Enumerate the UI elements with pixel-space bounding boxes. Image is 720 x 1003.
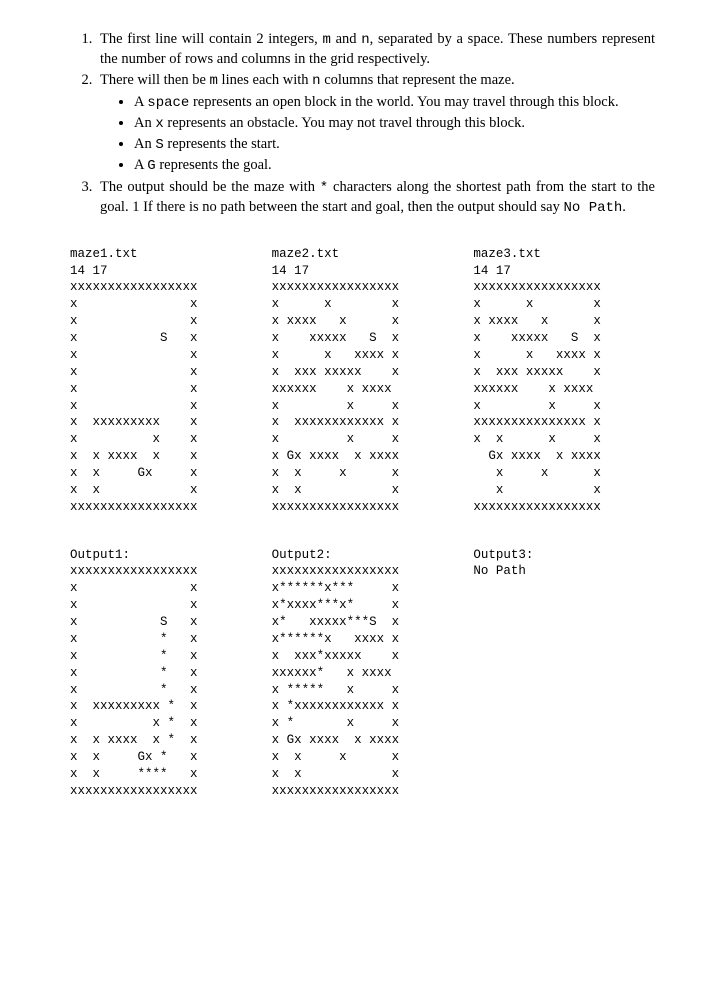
maze2-block: maze2.txt 14 17 xxxxxxxxxxxxxxxxx x x x …	[272, 246, 454, 800]
maze1-block: maze1.txt 14 17 xxxxxxxxxxxxxxxxx x x x …	[70, 246, 252, 800]
code-nopath: No Path	[563, 200, 622, 216]
output2-body: xxxxxxxxxxxxxxxxx x******x*** x x*xxxx**…	[272, 564, 400, 797]
maze1-filename: maze1.txt	[70, 247, 138, 261]
bullet-space: A space represents an open block in the …	[134, 93, 655, 113]
code-n2: n	[312, 73, 320, 89]
output1-body: xxxxxxxxxxxxxxxxx x x x x x S x x * x x …	[70, 564, 198, 797]
list-item-3: The output should be the maze with * cha…	[96, 178, 655, 218]
maze3-filename: maze3.txt	[473, 247, 541, 261]
sub-bullets: A space represents an open block in the …	[100, 93, 655, 176]
output3-label: Output3:	[473, 547, 655, 564]
code-n: n	[361, 32, 369, 48]
maze2-dims: 14 17	[272, 264, 310, 278]
code-m2: m	[210, 73, 218, 89]
output3-body: No Path	[473, 564, 526, 578]
code-star: *	[320, 180, 328, 196]
output1-label: Output1:	[70, 547, 252, 564]
code-m: m	[322, 32, 330, 48]
list-item-1: The first line will contain 2 integers, …	[96, 30, 655, 69]
maze1-dims: 14 17	[70, 264, 108, 278]
maze3-body: xxxxxxxxxxxxxxxxx x x x x xxxx x x x xxx…	[473, 280, 601, 513]
maze3-block: maze3.txt 14 17 xxxxxxxxxxxxxxxxx x x x …	[473, 246, 655, 800]
bullet-start: An S represents the start.	[134, 135, 655, 155]
maze3-dims: 14 17	[473, 264, 511, 278]
bullet-x: An x represents an obstacle. You may not…	[134, 114, 655, 134]
maze2-filename: maze2.txt	[272, 247, 340, 261]
bullet-goal: A G represents the goal.	[134, 156, 655, 176]
maze2-body: xxxxxxxxxxxxxxxxx x x x x xxxx x x x xxx…	[272, 280, 400, 513]
maze-examples: maze1.txt 14 17 xxxxxxxxxxxxxxxxx x x x …	[70, 246, 655, 800]
maze1-body: xxxxxxxxxxxxxxxxx x x x x x S x x x x x …	[70, 280, 198, 513]
output2-label: Output2:	[272, 547, 454, 564]
instruction-list: The first line will contain 2 integers, …	[70, 30, 655, 218]
list-item-2: There will then be m lines each with n c…	[96, 71, 655, 175]
